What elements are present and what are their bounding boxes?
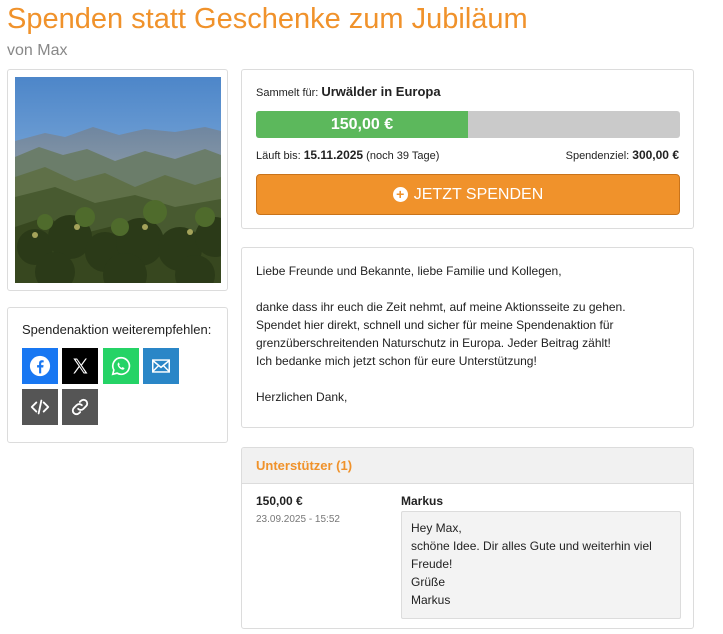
whatsapp-icon xyxy=(111,356,131,376)
runs-until-label: Läuft bis: xyxy=(256,150,301,162)
comment-line: schöne Idee. Dir alles Gute und weiterhi… xyxy=(411,539,652,553)
supporters-title: Unterstützer (1) xyxy=(256,458,353,473)
comment-line: Hey Max, xyxy=(411,521,462,535)
plus-circle-icon: + xyxy=(392,187,408,202)
message-line: Herzlichen Dank, xyxy=(256,390,348,404)
goal-label: Spendenziel: xyxy=(565,150,630,162)
page-title: Spenden statt Geschenke zum Jubiläum xyxy=(7,3,528,35)
donation-goal: Spendenziel: 300,00 € xyxy=(566,148,679,162)
embed-code-icon xyxy=(30,399,50,415)
runs-until: Läuft bis: 15.11.2025 (noch 39 Tage) xyxy=(256,148,439,162)
author-byline: von Max xyxy=(7,42,68,59)
supporter-name: Markus xyxy=(401,494,444,508)
message-line: danke dass ihr euch die Zeit nehmt, auf … xyxy=(256,300,626,314)
share-card: Spendenaktion weiterempfehlen: xyxy=(7,307,228,443)
message-line: grenzüberschreitenden Naturschutz in Eur… xyxy=(256,336,611,350)
message-line: Ich bedanke mich jetzt schon für eure Un… xyxy=(256,354,537,368)
message-line: Liebe Freunde und Bekannte, liebe Famili… xyxy=(256,264,562,278)
mail-icon xyxy=(152,359,170,373)
progress-bar: 150,00 € xyxy=(256,111,680,138)
end-date: 15.11.2025 xyxy=(303,148,364,162)
comment-line: Grüße xyxy=(411,575,446,589)
donate-now-label: JETZT SPENDEN xyxy=(413,185,544,203)
supporters-header: Unterstützer (1) xyxy=(242,448,693,484)
raised-amount: 150,00 € xyxy=(330,115,394,133)
share-facebook-button[interactable] xyxy=(22,348,58,384)
collects-for-value: Urwälder in Europa xyxy=(321,84,441,99)
supporter-comment: Hey Max, schöne Idee. Dir alles Gute und … xyxy=(401,511,681,619)
campaign-photo xyxy=(15,77,221,283)
link-icon xyxy=(71,398,89,416)
facebook-icon xyxy=(29,355,51,377)
supporters-card: Unterstützer (1) 150,00 € 23.09.2025 - 1… xyxy=(241,447,694,629)
comment-line: Markus xyxy=(411,593,451,607)
goal-value: 300,00 € xyxy=(632,148,679,162)
message-line: Spendet hier direkt, schnell und sicher … xyxy=(256,318,614,332)
days-left: (noch 39 Tage) xyxy=(366,150,440,162)
collects-for: Sammelt für: Urwälder in Europa xyxy=(256,84,441,99)
share-embed-button[interactable] xyxy=(22,389,58,425)
donate-now-button[interactable]: + JETZT SPENDEN xyxy=(256,174,680,215)
share-x-button[interactable] xyxy=(62,348,98,384)
donation-card: Sammelt für: Urwälder in Europa 150,00 € … xyxy=(241,69,694,229)
supporter-date: 23.09.2025 - 15:52 xyxy=(256,514,340,525)
collects-for-label: Sammelt für: xyxy=(256,87,319,99)
supporter-amount: 150,00 € xyxy=(256,494,303,508)
share-mail-button[interactable] xyxy=(143,348,179,384)
campaign-photo-card xyxy=(7,69,228,291)
comment-line: Freude! xyxy=(411,557,453,571)
share-link-button[interactable] xyxy=(62,389,98,425)
campaign-message: Liebe Freunde und Bekannte, liebe Famili… xyxy=(241,247,694,428)
x-icon xyxy=(73,358,88,374)
share-whatsapp-button[interactable] xyxy=(103,348,139,384)
share-label: Spendenaktion weiterempfehlen: xyxy=(22,322,212,337)
